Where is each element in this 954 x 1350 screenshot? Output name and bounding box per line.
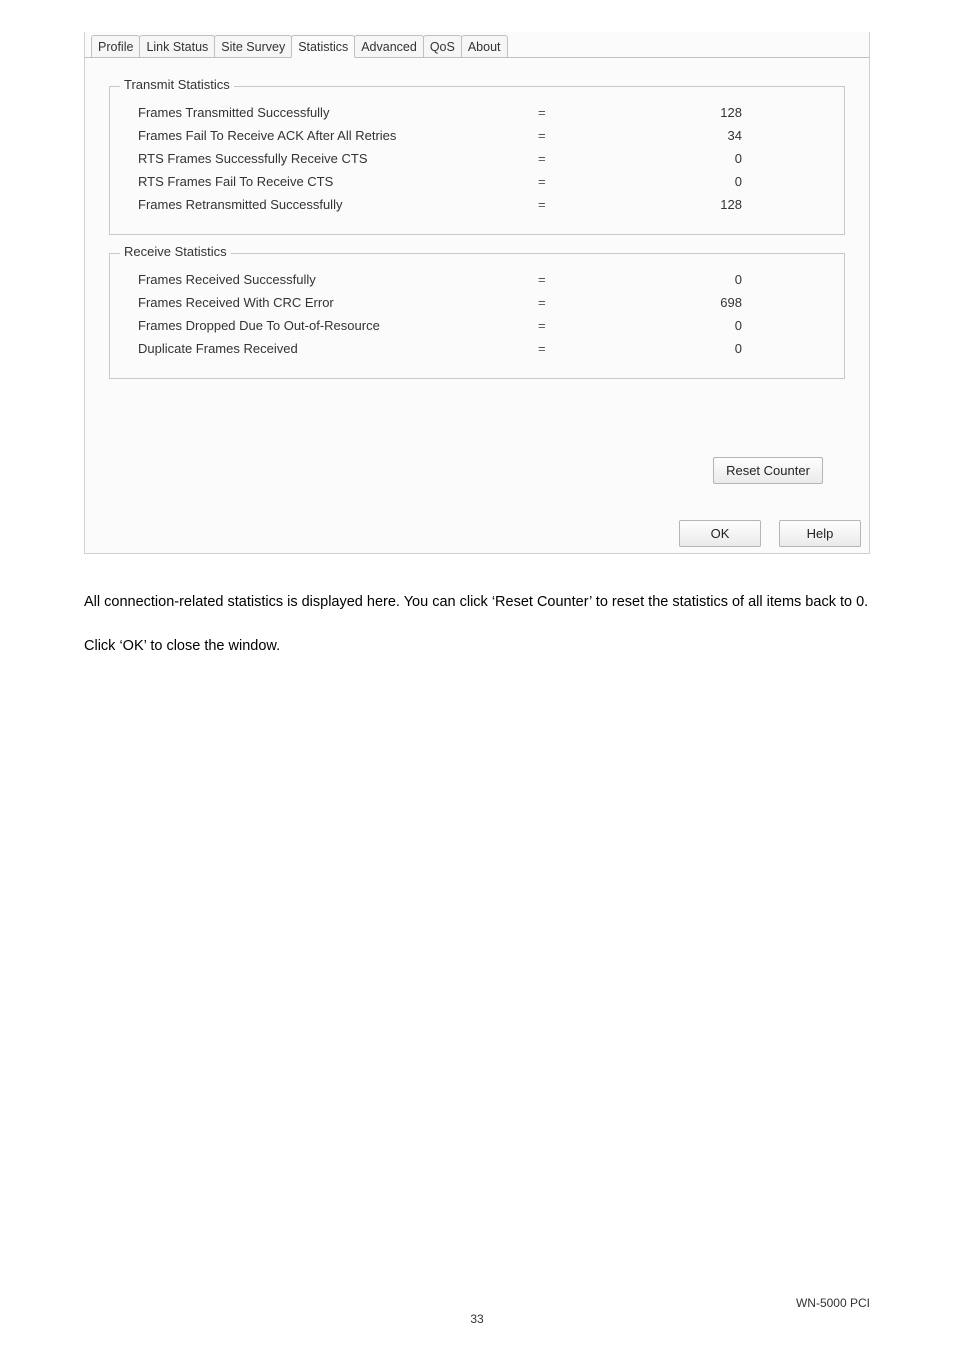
footer-page-number: 33	[0, 1312, 954, 1326]
tab-advanced[interactable]: Advanced	[354, 35, 424, 58]
stat-label: Frames Fail To Receive ACK After All Ret…	[138, 128, 538, 143]
transmit-statistics-group: Transmit Statistics Frames Transmitted S…	[109, 86, 845, 235]
equals-icon: =	[538, 174, 598, 189]
stat-row: Duplicate Frames Received = 0	[122, 337, 832, 360]
stat-value: 128	[598, 105, 832, 120]
stat-label: RTS Frames Successfully Receive CTS	[138, 151, 538, 166]
stat-value: 0	[598, 341, 832, 356]
paragraph: All connection-related statistics is dis…	[84, 588, 870, 617]
stat-value: 128	[598, 197, 832, 212]
equals-icon: =	[538, 151, 598, 166]
stat-value: 0	[598, 174, 832, 189]
tab-profile[interactable]: Profile	[91, 35, 140, 58]
stat-value: 698	[598, 295, 832, 310]
reset-counter-button[interactable]: Reset Counter	[713, 457, 823, 484]
tab-qos[interactable]: QoS	[423, 35, 462, 58]
statistics-dialog: Profile Link Status Site Survey Statisti…	[84, 32, 870, 554]
stat-row: RTS Frames Successfully Receive CTS = 0	[122, 147, 832, 170]
tab-link-status[interactable]: Link Status	[139, 35, 215, 58]
equals-icon: =	[538, 128, 598, 143]
stat-value: 0	[598, 272, 832, 287]
stat-row: Frames Retransmitted Successfully = 128	[122, 193, 832, 216]
stat-row: Frames Received With CRC Error = 698	[122, 291, 832, 314]
tab-statistics[interactable]: Statistics	[291, 35, 355, 58]
stat-value: 0	[598, 151, 832, 166]
stat-label: Frames Received With CRC Error	[138, 295, 538, 310]
equals-icon: =	[538, 197, 598, 212]
equals-icon: =	[538, 318, 598, 333]
equals-icon: =	[538, 272, 598, 287]
stat-row: Frames Fail To Receive ACK After All Ret…	[122, 124, 832, 147]
receive-legend: Receive Statistics	[120, 244, 231, 259]
dialog-buttons: OK Help	[85, 512, 869, 553]
tab-strip: Profile Link Status Site Survey Statisti…	[85, 32, 869, 58]
transmit-legend: Transmit Statistics	[120, 77, 234, 92]
footer-model: WN-5000 PCI	[796, 1296, 870, 1310]
receive-statistics-group: Receive Statistics Frames Received Succe…	[109, 253, 845, 379]
equals-icon: =	[538, 295, 598, 310]
stat-label: Frames Dropped Due To Out-of-Resource	[138, 318, 538, 333]
document-body-text: All connection-related statistics is dis…	[84, 588, 870, 661]
equals-icon: =	[538, 105, 598, 120]
equals-icon: =	[538, 341, 598, 356]
stat-label: Duplicate Frames Received	[138, 341, 538, 356]
ok-button[interactable]: OK	[679, 520, 761, 547]
tab-content-statistics: Transmit Statistics Frames Transmitted S…	[85, 57, 869, 512]
stat-value: 34	[598, 128, 832, 143]
stat-row: Frames Dropped Due To Out-of-Resource = …	[122, 314, 832, 337]
tab-about[interactable]: About	[461, 35, 508, 58]
paragraph: Click ‘OK’ to close the window.	[84, 632, 870, 661]
help-button[interactable]: Help	[779, 520, 861, 547]
stat-label: Frames Retransmitted Successfully	[138, 197, 538, 212]
stat-row: RTS Frames Fail To Receive CTS = 0	[122, 170, 832, 193]
stat-label: Frames Transmitted Successfully	[138, 105, 538, 120]
stat-row: Frames Received Successfully = 0	[122, 268, 832, 291]
stat-label: RTS Frames Fail To Receive CTS	[138, 174, 538, 189]
stat-label: Frames Received Successfully	[138, 272, 538, 287]
tab-site-survey[interactable]: Site Survey	[214, 35, 292, 58]
stat-value: 0	[598, 318, 832, 333]
stat-row: Frames Transmitted Successfully = 128	[122, 101, 832, 124]
